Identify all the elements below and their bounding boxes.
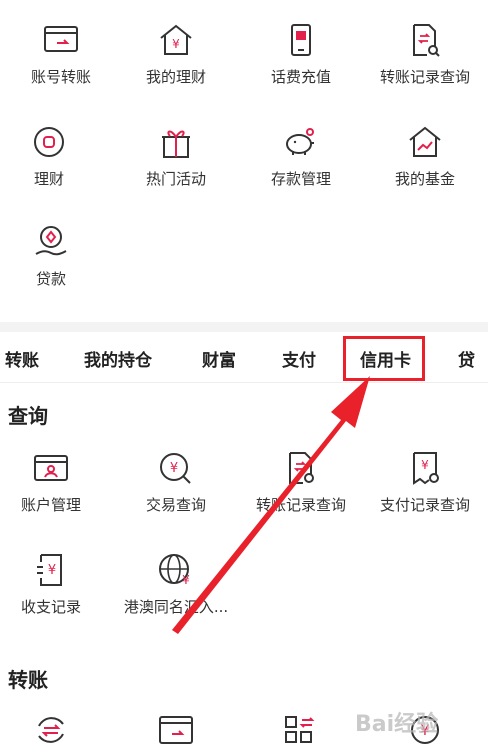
watermark-text: Bai经验 xyxy=(355,712,439,737)
red-annotation-arrow xyxy=(172,376,370,634)
baidu-jingyan-watermark: Bai经验 xyxy=(355,706,485,752)
